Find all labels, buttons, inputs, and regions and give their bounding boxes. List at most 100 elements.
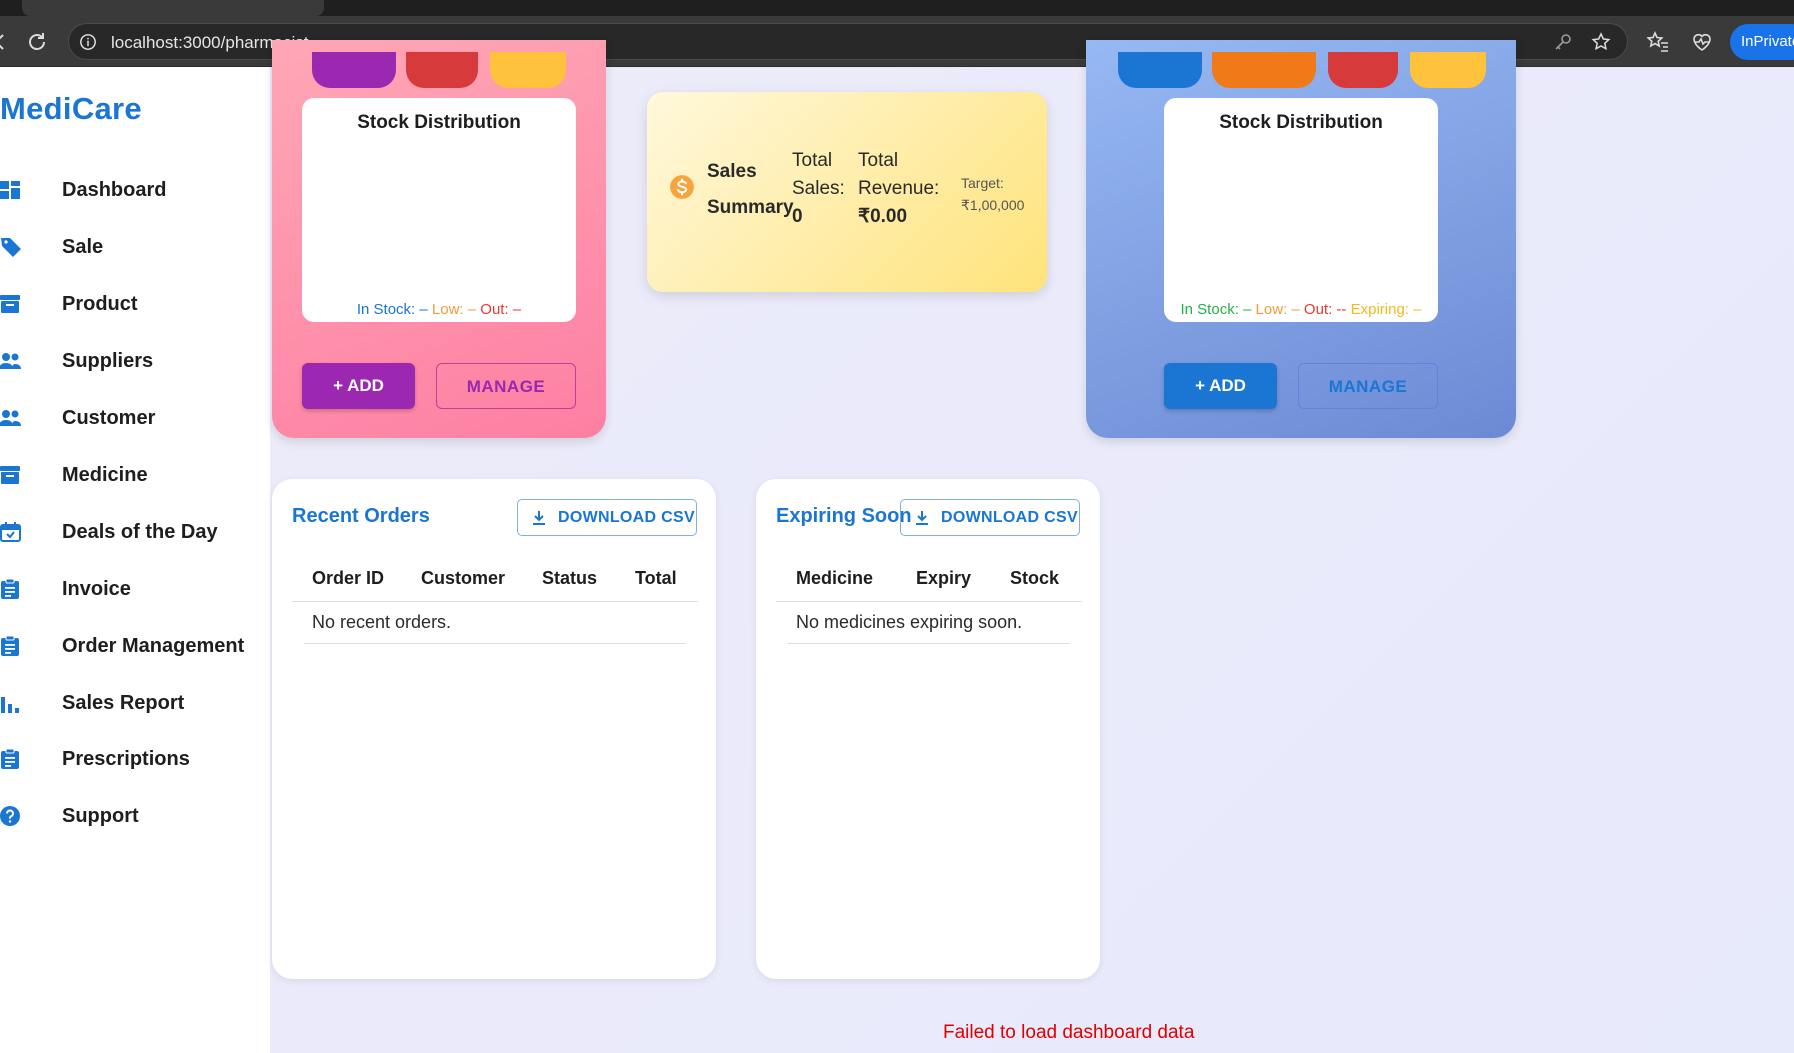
col-order-id: Order ID xyxy=(312,568,385,588)
people-icon xyxy=(0,410,21,426)
recent-orders-card: Recent Orders DOWNLOAD CSV Order ID Cust… xyxy=(272,479,716,979)
download-icon xyxy=(916,511,928,525)
total-sales-label-1: Total xyxy=(792,150,833,171)
sales-summary-title-2: Summary xyxy=(707,197,794,218)
recent-orders-download-csv-button[interactable]: DOWNLOAD CSV xyxy=(517,499,697,536)
legend-low: Low: – xyxy=(1255,301,1300,318)
error-message: Failed to load dashboard data xyxy=(943,1022,1195,1043)
sidebar-item-label: Sale xyxy=(62,236,104,258)
sidebar-item-suppliers[interactable]: Suppliers xyxy=(0,339,270,383)
col-status: Status xyxy=(542,568,598,588)
sidebar-item-label: Suppliers xyxy=(62,350,154,372)
archive-icon xyxy=(0,466,20,484)
clipboard-icon xyxy=(1,635,19,656)
sidebar-item-order-management[interactable]: Order Management xyxy=(0,624,270,668)
csv-label: DOWNLOAD CSV xyxy=(941,509,1078,526)
table-divider xyxy=(304,643,686,644)
sidebar-item-sales-report[interactable]: Sales Report xyxy=(0,681,270,725)
medicine-stock-distribution-chart: Stock Distribution In Stock: – Low: – Ou… xyxy=(1164,98,1438,322)
sidebar-item-label: Customer xyxy=(62,407,156,429)
sidebar-item-customer[interactable]: Customer xyxy=(0,396,270,440)
tab-pill-yellow[interactable] xyxy=(490,52,566,88)
tab-pill-orange[interactable] xyxy=(1212,52,1316,88)
sidebar-item-label: Deals of the Day xyxy=(62,521,218,543)
expiring-soon-card: Expiring Soon DOWNLOAD CSV Medicine Expi… xyxy=(756,479,1100,979)
back-icon[interactable] xyxy=(0,30,12,54)
brand-logo-text[interactable]: MediCare xyxy=(0,91,142,127)
col-medicine: Medicine xyxy=(796,568,874,588)
sidebar-item-label: Support xyxy=(62,805,139,827)
tab-pill-red-2[interactable] xyxy=(1328,52,1398,88)
dashboard-icon xyxy=(0,181,20,199)
target-label: Target: xyxy=(961,175,1004,191)
sidebar-item-support[interactable]: Support xyxy=(0,794,270,838)
sidebar-item-prescriptions[interactable]: Prescriptions xyxy=(0,737,270,781)
key-icon[interactable] xyxy=(1553,32,1573,52)
tab-pill-purple[interactable] xyxy=(312,52,396,88)
total-revenue-label-2: Revenue: xyxy=(858,178,940,199)
sales-summary-title-1: Sales xyxy=(707,161,757,182)
inprivate-badge[interactable]: InPrivate xyxy=(1730,24,1794,60)
total-sales-value: 0 xyxy=(792,206,803,227)
sidebar-item-label: Invoice xyxy=(62,578,131,600)
sidebar-item-label: Sales Report xyxy=(62,692,185,714)
sidebar-item-label: Product xyxy=(62,293,138,315)
expiring-soon-download-csv-button[interactable]: DOWNLOAD CSV xyxy=(900,499,1080,536)
favorite-star-icon[interactable] xyxy=(1591,32,1611,52)
clipboard-icon xyxy=(1,578,19,599)
medicine-stock-distribution-title: Stock Distribution xyxy=(1219,112,1383,133)
browser-toolbar: localhost:3000/pharmacist InPrivate xyxy=(0,16,1794,67)
dollar-coin-icon xyxy=(670,175,694,199)
site-info-icon[interactable] xyxy=(79,33,97,51)
legend-in-stock: In Stock: – xyxy=(1180,301,1252,318)
sidebar-item-product[interactable]: Product xyxy=(0,282,270,326)
col-total: Total xyxy=(635,568,677,588)
legend-in-stock: In Stock: – xyxy=(356,301,428,318)
sidebar-item-label: Medicine xyxy=(62,464,148,486)
sidebar-item-medicine[interactable]: Medicine xyxy=(0,453,270,497)
col-expiry: Expiry xyxy=(916,568,972,588)
table-divider xyxy=(292,601,698,602)
tab-pill-blue[interactable] xyxy=(1118,52,1202,88)
col-customer: Customer xyxy=(421,568,506,588)
sidebar-item-invoice[interactable]: Invoice xyxy=(0,567,270,611)
people-icon xyxy=(0,353,21,369)
stock-distribution-chart: Stock Distribution In Stock: – Low: – Ou… xyxy=(302,98,576,322)
stock-distribution-title: Stock Distribution xyxy=(357,112,521,133)
legend-expiring: Expiring: – xyxy=(1350,301,1422,318)
table-empty-row: No medicines expiring soon. xyxy=(796,612,1023,632)
total-revenue-value: ₹0.00 xyxy=(858,206,908,227)
sales-summary-card: Sales Summary Total Sales: 0 Total Reven… xyxy=(647,92,1047,292)
sidebar-item-deals-of-the-day[interactable]: Deals of the Day xyxy=(0,510,270,554)
legend-low: Low: – xyxy=(431,301,477,318)
download-icon xyxy=(533,511,545,525)
table-empty-row: No recent orders. xyxy=(312,612,452,632)
clipboard-icon xyxy=(1,748,19,769)
calendar-icon xyxy=(0,522,21,542)
add-medicine-button[interactable]: + ADD xyxy=(1164,363,1277,409)
sidebar-item-sale[interactable]: Sale xyxy=(0,225,270,269)
legend-out: Out: – xyxy=(480,301,522,318)
medicine-stats-card: Stock Distribution In Stock: – Low: – Ou… xyxy=(1086,40,1516,438)
total-revenue-label-1: Total xyxy=(858,150,899,171)
browser-tab[interactable] xyxy=(22,0,324,16)
tab-pill-yellow-2[interactable] xyxy=(1410,52,1486,88)
table-divider xyxy=(788,643,1070,644)
sidebar-item-dashboard[interactable]: Dashboard xyxy=(0,168,270,212)
tab-pill-red[interactable] xyxy=(406,52,478,88)
favorites-icon[interactable] xyxy=(1646,30,1670,54)
csv-label: DOWNLOAD CSV xyxy=(558,509,695,526)
refresh-icon[interactable] xyxy=(25,30,49,54)
manage-product-button[interactable]: MANAGE xyxy=(436,363,576,409)
col-stock: Stock xyxy=(1010,568,1060,588)
sidebar: MediCare Dashboard Sale Product Suppliers Cu… xyxy=(0,67,270,1053)
help-icon xyxy=(0,806,20,826)
medicine-stock-legend: In Stock: – Low: – Out: -- Expiring: – xyxy=(1164,301,1438,318)
manage-medicine-button[interactable]: MANAGE xyxy=(1298,363,1438,409)
add-product-button[interactable]: + ADD xyxy=(302,363,415,409)
target-value: ₹1,00,000 xyxy=(961,197,1025,213)
stock-legend: In Stock: – Low: – Out: – xyxy=(302,301,576,318)
health-heart-icon[interactable] xyxy=(1690,30,1714,54)
total-sales-label-2: Sales: xyxy=(792,178,845,199)
archive-icon xyxy=(0,295,20,313)
